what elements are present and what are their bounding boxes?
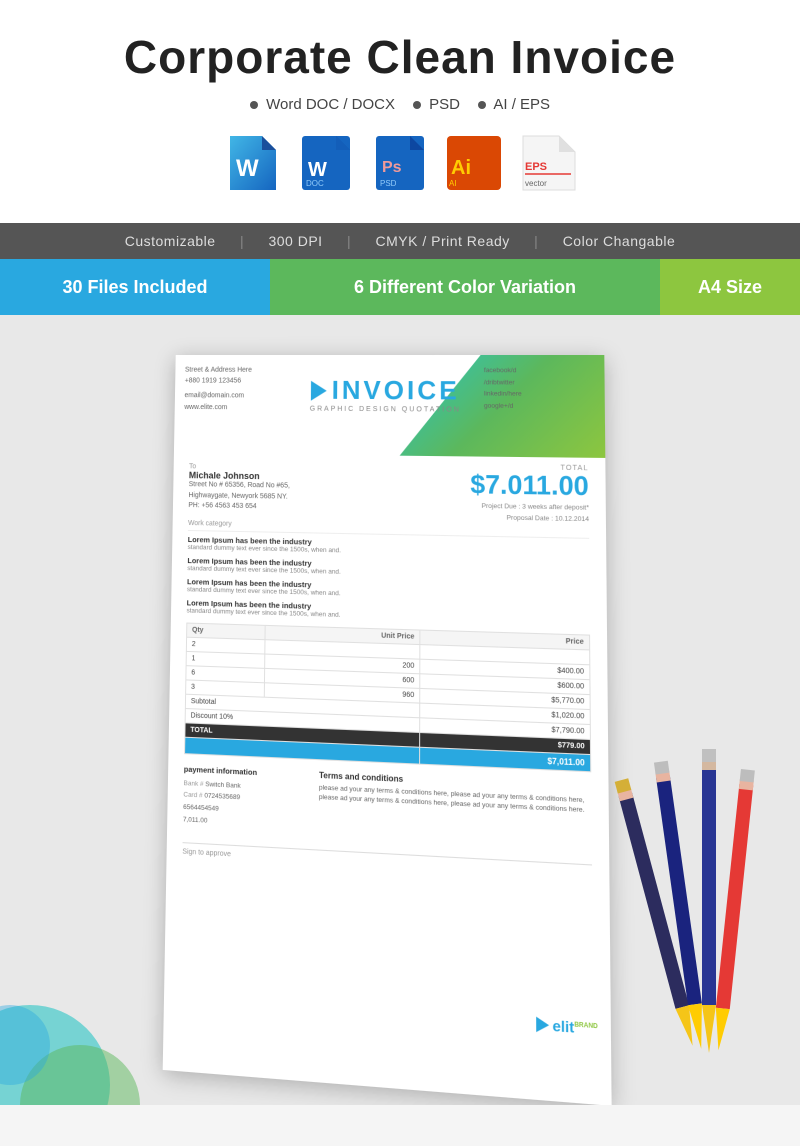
dot-word: [250, 101, 258, 109]
sep2: |: [347, 233, 351, 249]
address-line: Street & Address Here: [185, 365, 252, 376]
phone-line: +880 1919 123456: [185, 376, 252, 387]
contact-right: facebook/d /dribtwitter linkedin/here go…: [484, 365, 522, 413]
contact-left: Street & Address Here +880 1919 123456 e…: [184, 365, 252, 413]
word-icon: W: [222, 133, 282, 193]
google-line: google+/d: [484, 401, 522, 413]
sign-section: Sign to approve: [182, 842, 592, 878]
project-due-label: Project Due : 3 weeks after deposit*: [470, 500, 589, 513]
preview-area: Street & Address Here +880 1919 123456 e…: [0, 315, 800, 1105]
invoice-header: Street & Address Here +880 1919 123456 e…: [174, 355, 605, 458]
feature-files: 30 Files Included: [0, 259, 270, 315]
svg-text:AI: AI: [449, 179, 457, 188]
invoice-title-block: INVOICE GRAPHIC DESIGN QUOTATION: [310, 375, 461, 414]
info-cmyk: CMYK / Print Ready: [376, 233, 510, 249]
work-item-1: Lorem Ipsum has been the industry standa…: [188, 534, 590, 559]
file-type-psd: PSD: [413, 96, 460, 113]
eps-icon: EPS vector: [518, 133, 578, 193]
facebook-line: facebook/d: [484, 365, 522, 377]
page-title: Corporate Clean Invoice: [20, 30, 780, 84]
total-amount: $7.011.00: [470, 470, 589, 498]
invoice-subtitle: GRAPHIC DESIGN QUOTATION: [310, 406, 461, 414]
word-doc-icon: W DOC: [296, 133, 356, 193]
payment-section: payment information Bank # Switch Bank C…: [183, 764, 303, 832]
sep3: |: [534, 233, 538, 249]
payment-info-rows: Bank # Switch Bank Card # 0724535689 656…: [183, 777, 303, 832]
terms-section: Terms and conditions please ad your any …: [319, 770, 592, 847]
svg-text:W: W: [236, 155, 259, 182]
bank-val: Switch Bank: [205, 780, 240, 789]
info-bar: Customizable | 300 DPI | CMYK / Print Re…: [0, 223, 800, 259]
twitter-line: /dribtwitter: [484, 377, 522, 389]
svg-text:Ai: Ai: [451, 157, 471, 179]
svg-text:Ps: Ps: [382, 159, 402, 176]
sep1: |: [240, 233, 244, 249]
card-val2: 6564454549: [183, 804, 219, 813]
file-type-word: Word DOC / DOCX: [250, 96, 395, 113]
psd-icon: Ps PSD: [370, 133, 430, 193]
total-block: TOTAL $7.011.00 Project Due : 3 weeks af…: [470, 463, 589, 525]
payment-title: payment information: [184, 764, 303, 779]
info-color: Color Changable: [563, 233, 676, 249]
feature-size: A4 Size: [660, 259, 800, 315]
info-dpi: 300 DPI: [268, 233, 322, 249]
svg-text:vector: vector: [525, 179, 547, 188]
file-type-ai: AI / EPS: [478, 96, 550, 113]
file-types-row: Word DOC / DOCX PSD AI / EPS: [20, 96, 780, 113]
sign-label: Sign to approve: [182, 849, 231, 859]
card-val: 0724535689: [204, 793, 240, 802]
file-icons-row: W W DOC: [20, 133, 780, 193]
email-line: email@domain.com: [184, 391, 251, 402]
work-section: Work category Lorem Ipsum has been the i…: [187, 519, 590, 625]
linkedin-line: linkedin/here: [484, 389, 522, 401]
dot-psd: [413, 101, 421, 109]
page-header: Corporate Clean Invoice Word DOC / DOCX …: [0, 0, 800, 223]
svg-text:W: W: [308, 159, 327, 181]
svg-text:DOC: DOC: [306, 179, 324, 188]
logo-triangle: [536, 1017, 549, 1033]
project-due-val: 3 weeks after deposit*: [522, 503, 589, 511]
invoice-paper: Street & Address Here +880 1919 123456 e…: [163, 355, 612, 1105]
proposal-date-val: 10.12.2014: [555, 515, 589, 523]
invoice-title: INVOICE: [332, 375, 460, 407]
card-label: Card #: [183, 791, 202, 799]
invoice-table: Qty Unit Price Price 2 1 200 $400.00: [184, 622, 591, 772]
total-details: Project Due : 3 weeks after deposit* Pro…: [470, 500, 589, 525]
invoice-body: To Michale Johnson Street No # 65356, Ro…: [166, 453, 609, 891]
amount-val: 7,011.00: [183, 816, 208, 825]
bank-label: Bank #: [184, 779, 204, 787]
website-line: www.elite.com: [184, 402, 251, 413]
dot-ai: [478, 101, 486, 109]
ai-icon: Ai AI: [444, 133, 504, 193]
svg-text:EPS: EPS: [525, 161, 547, 173]
pencils-decoration: [580, 705, 800, 1105]
feature-color: 6 Different Color Variation: [270, 259, 660, 315]
proposal-date-label: Proposal Date : 10.12.2014: [470, 511, 589, 525]
svg-text:PSD: PSD: [380, 179, 397, 188]
feature-bar: 30 Files Included 6 Different Color Vari…: [0, 259, 800, 315]
work-item-4: Lorem Ipsum has been the industry standa…: [187, 598, 590, 626]
triangle-icon: [311, 380, 327, 400]
info-customizable: Customizable: [125, 233, 216, 249]
bottom-section: payment information Bank # Switch Bank C…: [183, 764, 592, 847]
